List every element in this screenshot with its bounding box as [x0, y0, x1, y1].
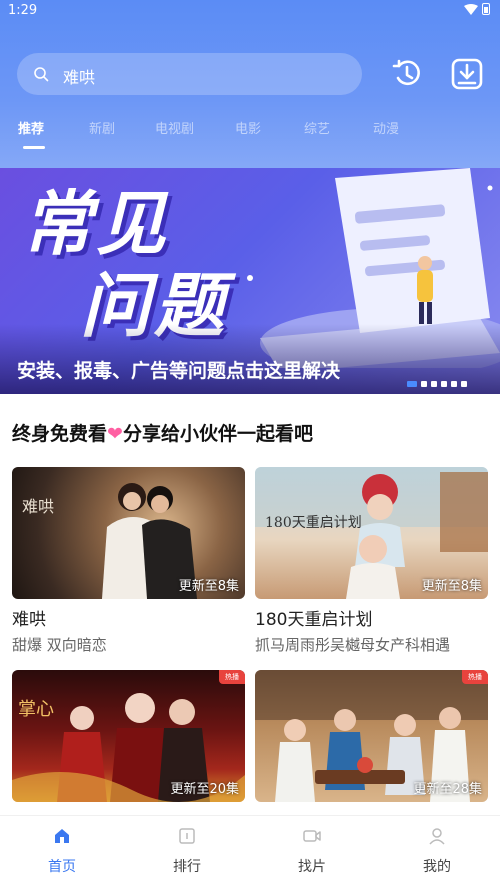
pagination-dot[interactable]	[407, 381, 417, 387]
banner[interactable]: 常见 问题 安装、报毒、广告等问题点击这里解决	[0, 168, 500, 394]
drama-poster[interactable]: 热播 更新至28集	[255, 670, 488, 802]
drama-description: 甜爆 双向暗恋	[12, 636, 107, 654]
svg-text:180天重启计划: 180天重启计划	[265, 515, 362, 531]
search-input[interactable]: 难哄	[63, 64, 95, 88]
search-icon	[34, 67, 49, 82]
nav-find[interactable]: 找片	[272, 826, 352, 876]
banner-pagination	[407, 381, 467, 387]
nav-profile[interactable]: 我的	[397, 826, 477, 876]
search-bar[interactable]: 难哄	[17, 53, 362, 95]
video-icon	[303, 830, 321, 842]
download-icon[interactable]	[450, 57, 484, 91]
update-label: 更新至8集	[178, 579, 239, 594]
section-title-part2: 分享给小伙伴一起看吧	[122, 423, 313, 445]
pagination-dot[interactable]	[421, 381, 427, 387]
banner-caption: 安装、报毒、广告等问题点击这里解决	[17, 360, 341, 382]
tab-recommend[interactable]: 推荐	[18, 118, 44, 137]
svg-text:难哄: 难哄	[22, 497, 54, 516]
battery-icon	[482, 3, 490, 15]
pagination-dot[interactable]	[461, 381, 467, 387]
nav-profile-label: 我的	[423, 859, 451, 875]
drama-poster[interactable]: 掌心 热播 更新至20集	[12, 670, 245, 802]
status-bar: 1:29	[0, 0, 500, 22]
nav-ranking-label: 排行	[173, 859, 201, 875]
history-icon[interactable]	[390, 57, 424, 91]
svg-text:掌心: 掌心	[18, 699, 54, 720]
tab-new-drama[interactable]: 新剧	[89, 118, 115, 137]
hot-badge: 热播	[462, 670, 488, 684]
hot-badge: 热播	[219, 670, 245, 684]
section-title: 终身免费看❤分享给小伙伴一起看吧	[12, 419, 313, 446]
drama-card[interactable]: 热播 更新至28集	[255, 670, 488, 802]
home-icon	[55, 829, 69, 843]
nav-home[interactable]: 首页	[22, 826, 102, 876]
pagination-dot[interactable]	[441, 381, 447, 387]
nav-find-label: 找片	[298, 859, 326, 875]
ranking-icon	[179, 828, 195, 844]
drama-card[interactable]: 掌心 热播 更新至20集	[12, 670, 245, 802]
tab-anime[interactable]: 动漫	[373, 118, 399, 137]
status-time: 1:29	[8, 3, 38, 18]
drama-description: 抓马周雨彤吴樾母女产科相遇	[255, 636, 451, 654]
drama-title[interactable]: 难哄	[12, 605, 245, 630]
section-title-part1: 终身免费看	[12, 423, 108, 445]
category-tabs: 推荐 新剧 电视剧 电影 综艺 动漫	[0, 118, 500, 158]
pagination-dot[interactable]	[431, 381, 437, 387]
heart-icon: ❤	[107, 423, 123, 445]
drama-card[interactable]: 180天重启计划 更新至8集 180天重启计划 抓马周雨彤吴樾母女产科相遇	[255, 467, 488, 655]
active-tab-indicator	[23, 146, 45, 149]
bottom-navigation: 首页 排行 找片 我的	[0, 815, 500, 888]
nav-ranking[interactable]: 排行	[147, 826, 227, 876]
profile-icon	[429, 828, 445, 845]
status-icons	[464, 3, 490, 15]
update-label: 更新至20集	[170, 782, 239, 797]
tab-variety[interactable]: 综艺	[304, 118, 330, 137]
drama-poster[interactable]: 难哄 更新至8集	[12, 467, 245, 599]
nav-home-label: 首页	[48, 859, 76, 875]
tab-tv-series[interactable]: 电视剧	[155, 118, 194, 137]
drama-poster[interactable]: 180天重启计划 更新至8集	[255, 467, 488, 599]
update-label: 更新至28集	[413, 782, 482, 797]
drama-title[interactable]: 180天重启计划	[255, 605, 488, 630]
pagination-dot[interactable]	[451, 381, 457, 387]
drama-card[interactable]: 难哄 更新至8集 难哄 甜爆 双向暗恋	[12, 467, 245, 655]
update-label: 更新至8集	[421, 579, 482, 594]
header: 1:29 难哄 推荐 新剧 电视剧 电影 综艺 动漫	[0, 0, 500, 168]
wifi-icon	[464, 3, 478, 15]
tab-movie[interactable]: 电影	[235, 118, 261, 137]
